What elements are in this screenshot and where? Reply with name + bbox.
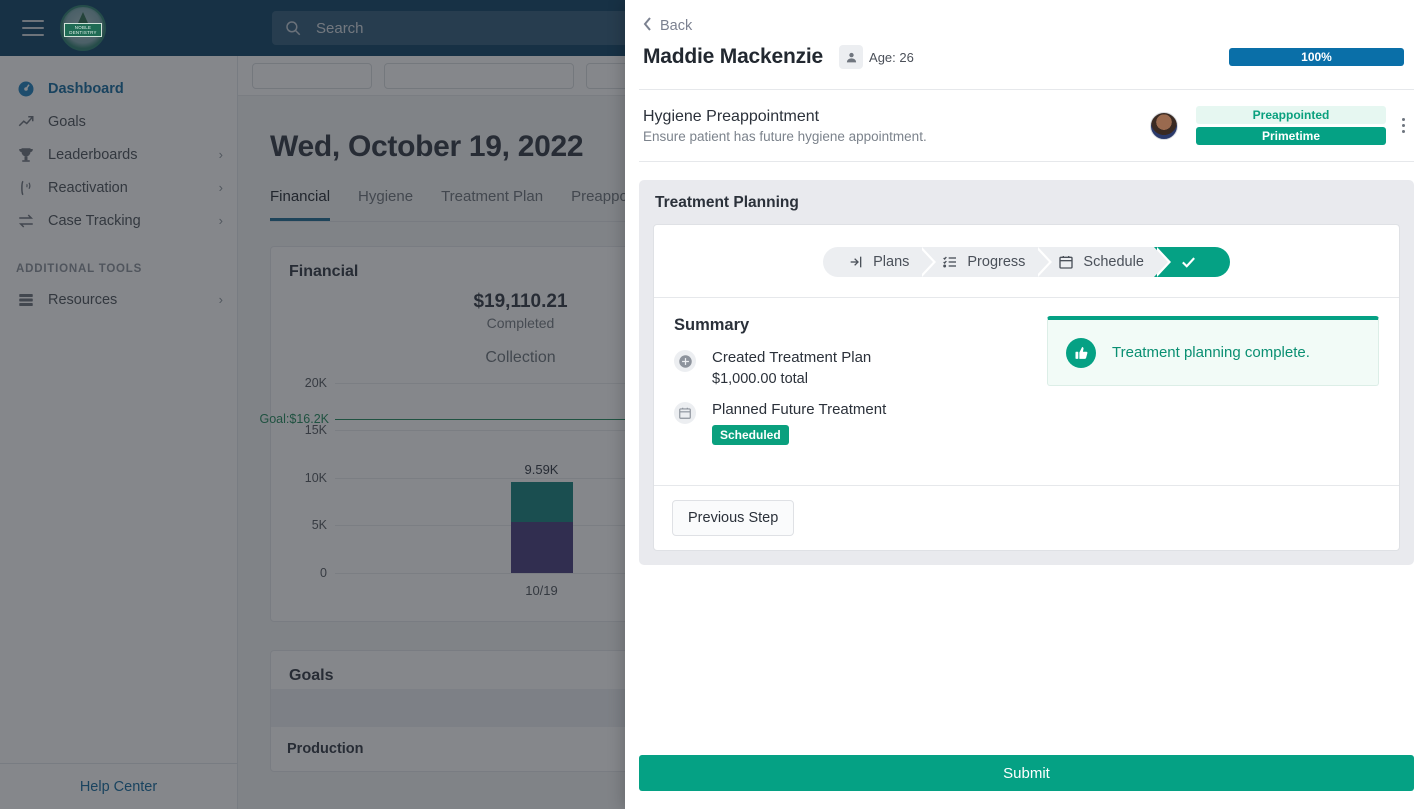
thumbs-up-icon — [1066, 337, 1096, 368]
panel-title: Treatment Planning — [655, 194, 799, 211]
task-title: Hygiene Preappointment — [643, 107, 820, 125]
summary-list: Summary Created Treatment Plan $1,000.00… — [674, 316, 1029, 459]
summary-section: Summary Created Treatment Plan $1,000.00… — [654, 298, 1399, 485]
app-root: NOBLE DENTISTRY Search Dashboard — [0, 0, 1428, 809]
patient-name: Maddie Mackenzie — [643, 45, 824, 68]
patient-age-label: Age: 26 — [869, 49, 914, 65]
summary-item-title: Planned Future Treatment — [712, 401, 887, 418]
step-label: Schedule — [1083, 254, 1144, 270]
list-item: Created Treatment Plan $1,000.00 total — [674, 349, 1029, 387]
list-item: Planned Future Treatment Scheduled — [674, 401, 1029, 445]
status-badge-secondary[interactable]: Primetime — [1196, 127, 1386, 145]
task-row: Hygiene Preappointment Ensure patient ha… — [625, 90, 1428, 161]
kebab-menu-icon[interactable] — [1392, 118, 1414, 133]
logo-ribbon: NOBLE DENTISTRY — [64, 23, 102, 37]
treatment-planning-panel: Treatment Planning Plans Progress Schedu… — [639, 180, 1414, 565]
panel-footer: Previous Step — [654, 486, 1399, 550]
previous-step-button[interactable]: Previous Step — [672, 500, 795, 536]
submit-button[interactable]: Submit — [639, 755, 1414, 791]
drawer-spacer — [625, 565, 1428, 755]
step-progress[interactable]: Progress — [919, 247, 1053, 277]
summary-item-title: Created Treatment Plan — [712, 349, 872, 366]
back-button[interactable]: Back — [625, 0, 1428, 35]
task-badges: Preappointed Primetime — [1196, 106, 1386, 145]
summary-item-detail: $1,000.00 total — [712, 371, 808, 387]
check-icon — [1180, 254, 1197, 271]
completion-progress-badge: 100% — [1229, 48, 1404, 66]
task-text-block: Hygiene Preappointment Ensure patient ha… — [643, 108, 1150, 144]
step-label: Plans — [873, 254, 910, 270]
checklist-icon — [941, 254, 958, 271]
wizard-stepper: Plans Progress Schedule — [654, 225, 1399, 297]
step-label: Progress — [967, 254, 1026, 270]
divider — [639, 161, 1414, 162]
summary-heading: Summary — [674, 316, 750, 334]
calendar-icon — [1057, 254, 1074, 271]
logo-line-2: DENTISTRY — [69, 30, 97, 35]
plus-circle-icon — [674, 350, 696, 372]
patient-age: Age: 26 — [839, 45, 914, 69]
task-description: Ensure patient has future hygiene appoin… — [643, 128, 927, 144]
step-schedule[interactable]: Schedule — [1035, 247, 1171, 277]
status-badge[interactable]: Preappointed — [1196, 106, 1386, 124]
status-badge: Scheduled — [712, 425, 789, 445]
list-item-text: Planned Future Treatment Scheduled — [712, 401, 886, 445]
list-item-text: Created Treatment Plan $1,000.00 total — [712, 349, 871, 387]
login-arrow-icon — [847, 254, 864, 271]
submit-bar: Submit — [625, 755, 1428, 809]
step-plans[interactable]: Plans — [823, 247, 937, 277]
avatar — [1150, 111, 1178, 140]
alert-text: Treatment planning complete. — [1112, 344, 1310, 361]
task-detail-drawer: Back Maddie Mackenzie Age: 26 100% Hygie… — [625, 0, 1428, 809]
panel-inner: Plans Progress Schedule Summary Created … — [653, 224, 1400, 551]
completion-alert: Treatment planning complete. — [1047, 316, 1379, 386]
patient-header: Maddie Mackenzie Age: 26 100% — [625, 35, 1428, 89]
calendar-icon — [674, 402, 696, 424]
back-label: Back — [660, 18, 693, 34]
chevron-left-icon — [643, 17, 652, 35]
person-icon — [839, 45, 864, 69]
